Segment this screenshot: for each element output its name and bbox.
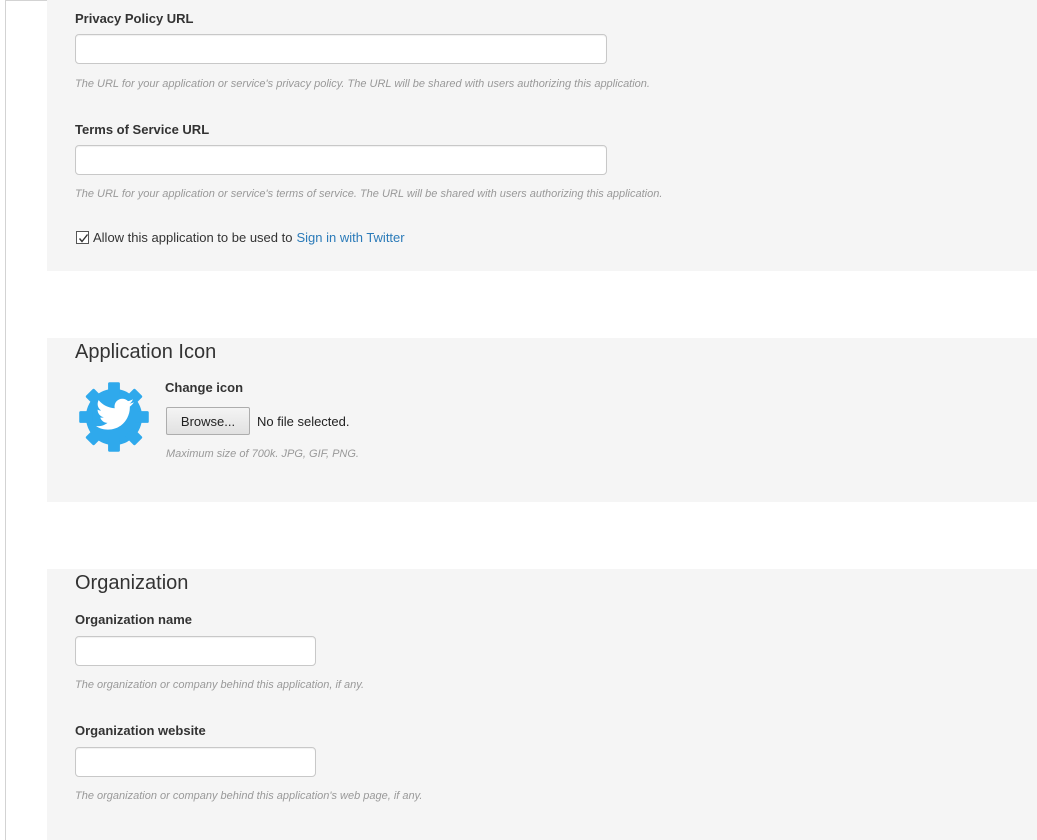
privacy-policy-url-input[interactable] — [75, 34, 607, 64]
terms-of-service-hint: The URL for your application or service'… — [75, 188, 663, 200]
file-status-text: No file selected. — [257, 414, 350, 429]
terms-of-service-label: Terms of Service URL — [75, 122, 210, 137]
change-icon-label: Change icon — [165, 380, 244, 395]
organization-website-hint: The organization or company behind this … — [75, 790, 423, 802]
sign-in-label: Allow this application to be used to — [93, 230, 293, 245]
organization-website-input[interactable] — [75, 747, 316, 777]
application-icon-heading: Application Icon — [75, 341, 217, 363]
sign-in-with-twitter-link[interactable]: Sign in with Twitter — [296, 230, 404, 245]
privacy-policy-label: Privacy Policy URL — [75, 11, 194, 26]
privacy-policy-hint: The URL for your application or service'… — [75, 78, 650, 90]
sign-in-with-twitter-row: Allow this application to be used to Sig… — [76, 230, 405, 245]
application-details-panel: Privacy Policy URL The URL for your appl… — [47, 0, 1037, 271]
organization-website-label: Organization website — [75, 723, 206, 738]
browse-button[interactable]: Browse... — [166, 407, 250, 435]
twitter-gear-icon — [79, 382, 149, 452]
organization-name-input[interactable] — [75, 636, 316, 666]
sign-in-checkbox[interactable] — [76, 231, 89, 244]
icon-size-hint: Maximum size of 700k. JPG, GIF, PNG. — [166, 448, 359, 460]
organization-name-label: Organization name — [75, 612, 193, 627]
organization-heading: Organization — [75, 572, 189, 594]
checkmark-icon — [78, 234, 89, 243]
organization-panel: Organization Organization name The organ… — [47, 569, 1037, 840]
organization-name-hint: The organization or company behind this … — [75, 679, 365, 691]
application-icon-panel: Application Icon Change icon Browse... N… — [47, 338, 1037, 502]
terms-of-service-url-input[interactable] — [75, 145, 607, 175]
